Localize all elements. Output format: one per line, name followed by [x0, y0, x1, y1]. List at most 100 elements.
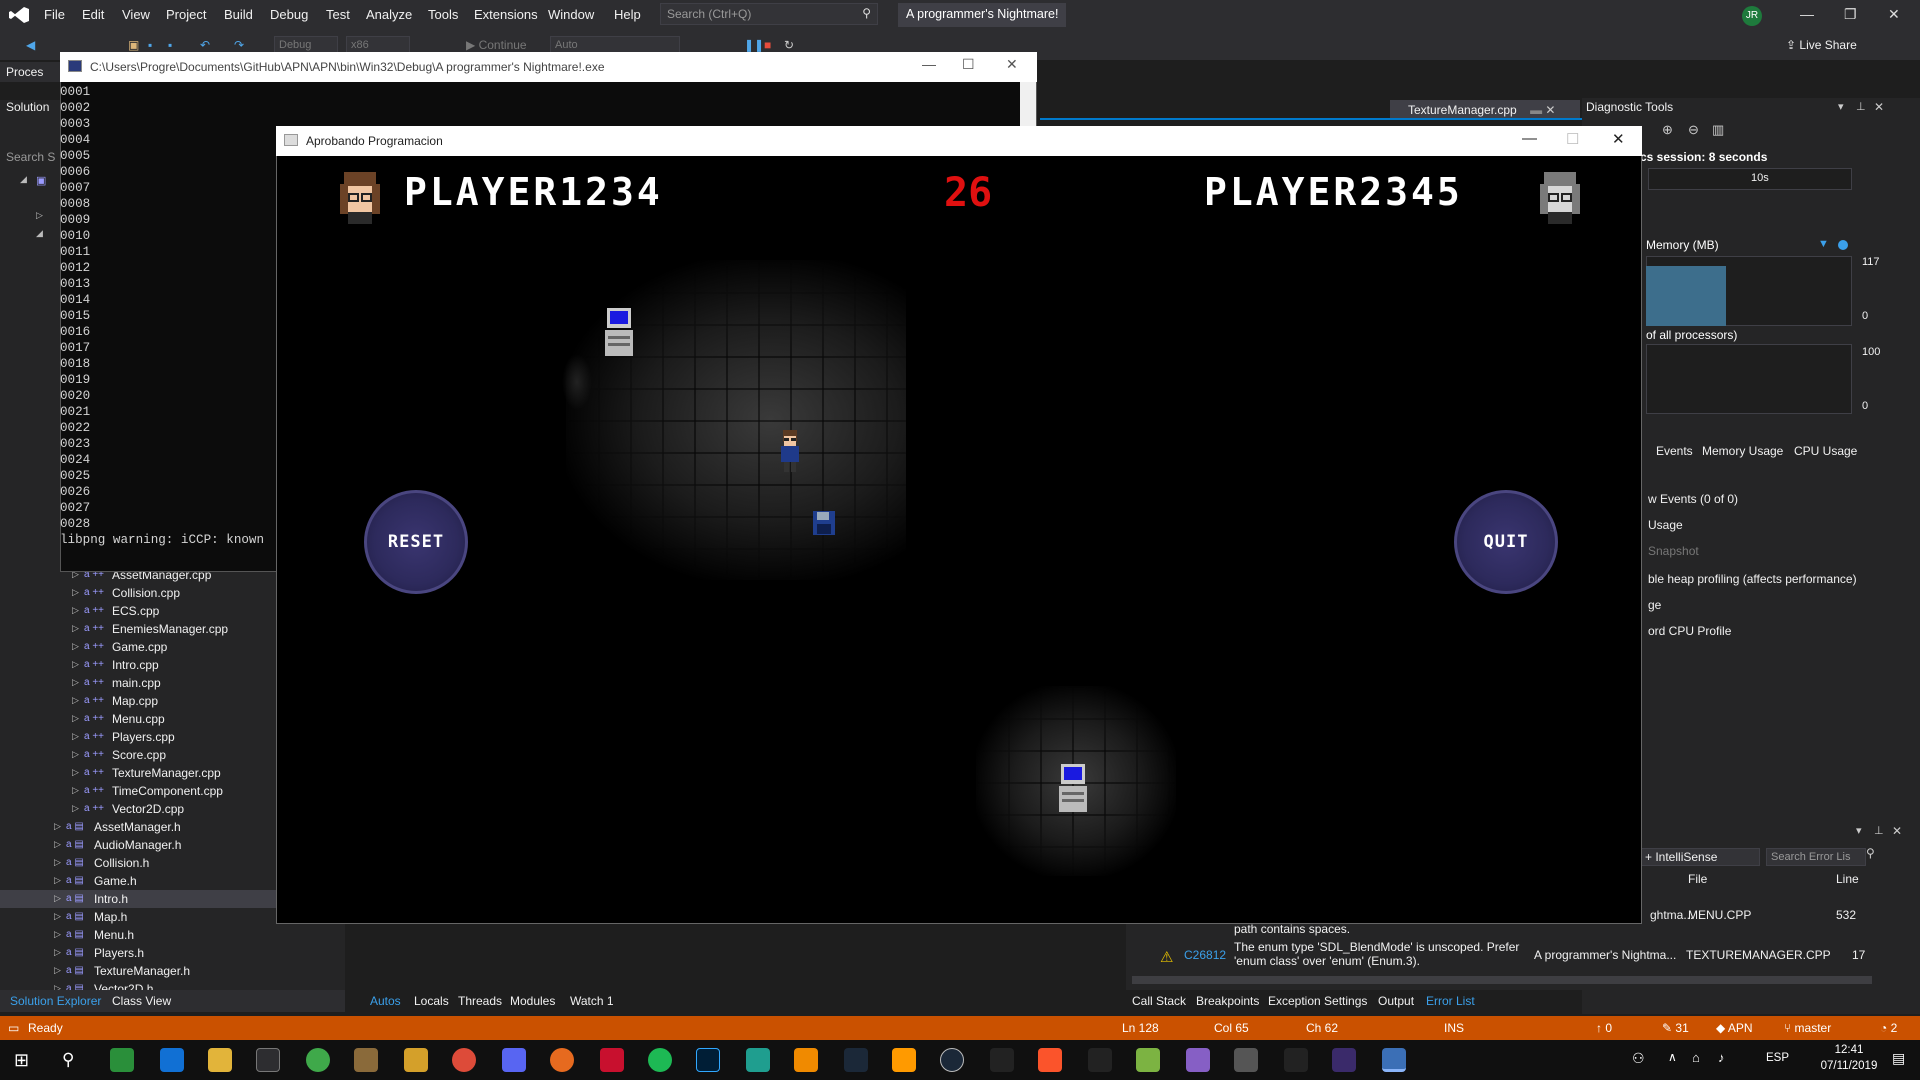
menu-item-build[interactable]: Build — [224, 7, 253, 22]
console-minimize-icon[interactable]: — — [922, 56, 936, 72]
expand-arrow-icon[interactable]: ▷ — [54, 821, 61, 832]
restore-icon[interactable]: ❐ — [1844, 6, 1857, 23]
expand-arrow-icon[interactable]: ▷ — [54, 839, 61, 850]
app-icon-game-window[interactable] — [1382, 1048, 1406, 1072]
menu-item-extensions[interactable]: Extensions — [474, 7, 538, 22]
expand-arrow-icon[interactable]: ▷ — [54, 857, 61, 868]
status-errors[interactable]: ↑ 0 — [1596, 1021, 1612, 1035]
process-tab[interactable]: Proces — [0, 62, 60, 82]
undo-icon[interactable]: ↶ — [200, 38, 214, 52]
error-search-icon[interactable]: ⚲ — [1866, 846, 1875, 860]
solution-search-input[interactable]: Search S — [6, 150, 55, 164]
expand-arrow-icon[interactable]: ▷ — [72, 785, 79, 796]
avatar[interactable]: JR — [1742, 6, 1762, 26]
memory-filter-icon[interactable]: ▼ — [1818, 238, 1829, 250]
game-maximize-icon[interactable]: ☐ — [1566, 130, 1579, 148]
clock-time[interactable]: 12:41 — [1816, 1044, 1882, 1056]
tree-item[interactable]: ▷ a ▤ Players.h — [0, 944, 345, 962]
app-icon-console[interactable] — [1332, 1048, 1356, 1072]
app-icon-terminal[interactable] — [746, 1048, 770, 1072]
tab-events[interactable]: Events — [1656, 444, 1693, 458]
search-box[interactable]: Search (Ctrl+Q) ⚲ — [660, 3, 878, 25]
start-icon[interactable]: ⊞ — [14, 1050, 29, 1071]
save-all-icon[interactable]: ▪ — [168, 38, 182, 52]
expand-arrow-icon[interactable]: ▷ — [54, 947, 61, 958]
error-hscrollbar[interactable] — [1132, 976, 1872, 984]
collapse-arrow-icon[interactable]: ◢ — [36, 228, 43, 239]
tab-threads[interactable]: Threads — [458, 994, 502, 1008]
zoom-out-icon[interactable]: ⊖ — [1688, 122, 1699, 138]
app-icon-vlc[interactable] — [794, 1048, 818, 1072]
errlist-close-icon[interactable]: ✕ — [1892, 824, 1902, 838]
status-branch[interactable]: ⑂ master — [1784, 1021, 1831, 1035]
app-icon-photoshop[interactable] — [696, 1048, 720, 1072]
expand-arrow-icon[interactable]: ▷ — [72, 695, 79, 706]
tab-watch[interactable]: Watch 1 — [570, 994, 614, 1008]
cpu-profile-line[interactable]: ord CPU Profile — [1648, 624, 1731, 638]
tab-breakpoints[interactable]: Breakpoints — [1196, 994, 1259, 1008]
tab-output[interactable]: Output — [1378, 994, 1414, 1008]
app-icon-bulb[interactable] — [404, 1048, 428, 1072]
menu-item-debug[interactable]: Debug — [270, 7, 308, 22]
pin-icon[interactable]: ▬ — [1530, 103, 1542, 117]
save-icon[interactable]: ▪ — [148, 38, 162, 52]
app-icon-discord[interactable] — [502, 1048, 526, 1072]
tray-arrow-icon[interactable]: ∧ — [1668, 1050, 1677, 1064]
tab-modules[interactable]: Modules — [510, 994, 555, 1008]
zoom-in-icon[interactable]: ⊕ — [1662, 122, 1673, 138]
clock-date[interactable]: 07/11/2019 — [1816, 1060, 1882, 1072]
error-search-input[interactable]: Search Error Lis — [1766, 848, 1866, 866]
menu-item-view[interactable]: View — [122, 7, 150, 22]
expand-arrow-icon[interactable]: ▷ — [72, 713, 79, 724]
expand-arrow-icon[interactable]: ▷ — [72, 767, 79, 778]
app-icon-window[interactable] — [844, 1048, 868, 1072]
tab-error-list[interactable]: Error List — [1426, 994, 1475, 1008]
expand-arrow-icon[interactable]: ▷ — [72, 587, 79, 598]
app-icon-chrome[interactable] — [452, 1048, 476, 1072]
panel-close-icon[interactable]: ✕ — [1874, 100, 1884, 114]
app-icon-shield[interactable] — [110, 1048, 134, 1072]
redo-icon[interactable]: ↷ — [234, 38, 248, 52]
chart-icon[interactable]: ▥ — [1712, 122, 1724, 138]
tab-exception-settings[interactable]: Exception Settings — [1268, 994, 1367, 1008]
expand-arrow-icon[interactable]: ▷ — [72, 731, 79, 742]
tree-item[interactable]: ▷ a ▤ Menu.h — [0, 926, 345, 944]
tree-item[interactable]: ▷ a ▤ TextureManager.h — [0, 962, 345, 980]
expand-arrow-icon[interactable]: ▷ — [72, 749, 79, 760]
tab-close-icon[interactable]: ✕ — [1545, 103, 1555, 117]
expand-arrow-icon[interactable]: ▷ — [54, 875, 61, 886]
continue-button[interactable]: ▶ Continue — [466, 38, 527, 52]
expand-arrow-icon[interactable]: ▷ — [72, 641, 79, 652]
tab-cpu-usage[interactable]: CPU Usage — [1794, 444, 1857, 458]
app-icon-wolf[interactable] — [1284, 1048, 1308, 1072]
people-icon[interactable]: ⚇ — [1632, 1050, 1645, 1067]
app-icon-utorrent[interactable] — [306, 1048, 330, 1072]
tab-memory-usage[interactable]: Memory Usage — [1702, 444, 1783, 458]
panel-pin-icon[interactable]: ⊥ — [1856, 100, 1866, 113]
live-share-button[interactable]: ⇪ Live Share — [1786, 38, 1857, 52]
expand-arrow-icon[interactable]: ▷ — [36, 210, 43, 221]
minimize-icon[interactable]: — — [1800, 6, 1814, 22]
errlist-pin-icon[interactable]: ⊥ — [1874, 824, 1884, 837]
status-changes[interactable]: ✎ 31 — [1662, 1021, 1689, 1035]
expand-arrow-icon[interactable]: ▷ — [72, 659, 79, 670]
app-icon-edge[interactable] — [160, 1048, 184, 1072]
app-icon-sublime[interactable] — [892, 1048, 916, 1072]
expand-arrow-icon[interactable]: ▷ — [72, 623, 79, 634]
app-icon-red[interactable] — [600, 1048, 624, 1072]
pause-icon[interactable]: ❚❚ — [744, 38, 764, 52]
console-scrollbar[interactable] — [1020, 82, 1036, 128]
taskbar-search-icon[interactable]: ⚲ — [62, 1050, 74, 1070]
game-minimize-icon[interactable]: — — [1522, 130, 1537, 147]
heap-profiling-line[interactable]: ble heap profiling (affects performance) — [1648, 572, 1857, 586]
expand-arrow-icon[interactable]: ▷ — [72, 803, 79, 814]
app-icon-firefox[interactable] — [550, 1048, 574, 1072]
status-notifications[interactable]: ◔ 2 — [1880, 1021, 1897, 1035]
menu-item-edit[interactable]: Edit — [82, 7, 104, 22]
errlist-menu-icon[interactable]: ▾ — [1856, 824, 1862, 837]
console-maximize-icon[interactable]: ☐ — [962, 56, 975, 73]
game-close-icon[interactable]: ✕ — [1612, 130, 1625, 148]
menu-item-window[interactable]: Window — [548, 7, 594, 22]
status-repo[interactable]: ◆ APN — [1716, 1021, 1753, 1035]
console-close-icon[interactable]: ✕ — [1006, 56, 1018, 73]
